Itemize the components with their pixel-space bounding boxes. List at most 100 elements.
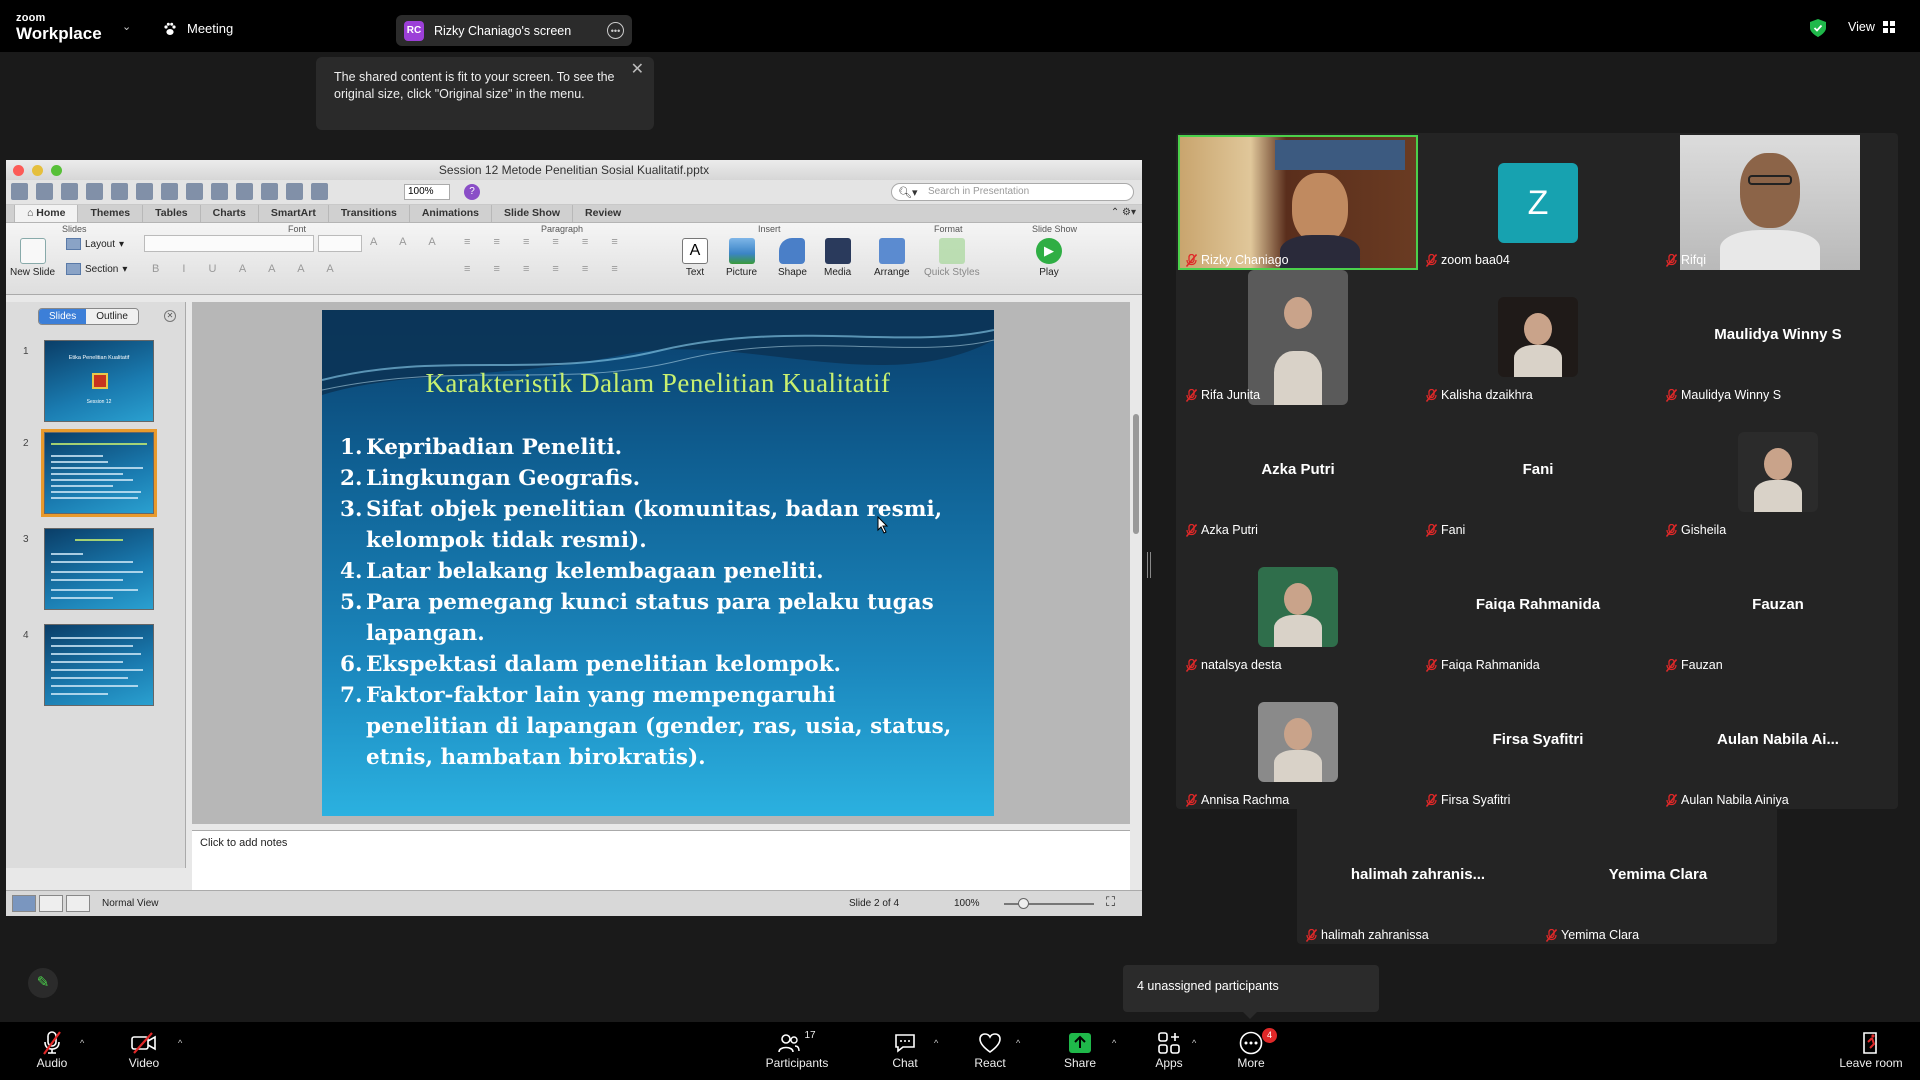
section-button[interactable]: Section ▾ (66, 263, 127, 275)
scrollbar-thumb[interactable] (1133, 414, 1139, 534)
zoom-slider-knob[interactable] (1018, 898, 1029, 909)
share-options-caret[interactable]: ^ (1112, 1038, 1116, 1048)
fit-window-icon[interactable]: ⛶ (1106, 894, 1115, 910)
participant-tile[interactable]: Kalisha dzaikhra (1418, 270, 1658, 405)
slide-thumbnail-4[interactable] (44, 624, 154, 706)
presenter-view-icon[interactable] (66, 895, 90, 912)
video-button[interactable]: Video (126, 1030, 162, 1070)
unassigned-participants-popup[interactable]: 4 unassigned participants (1123, 965, 1379, 1019)
participant-tile[interactable]: Rifa Junita (1178, 270, 1418, 405)
font-format-controls[interactable]: B I U A A A A (152, 263, 344, 275)
tab-slides[interactable]: Slides (39, 309, 87, 324)
format-painter-icon[interactable] (211, 183, 228, 200)
participants-button[interactable]: 17 Participants (762, 1030, 832, 1070)
close-icon[interactable]: ✕ (631, 61, 644, 78)
tab-review[interactable]: Review (572, 205, 633, 222)
react-button[interactable]: React (970, 1030, 1010, 1070)
apps-options-caret[interactable]: ^ (1192, 1038, 1196, 1048)
font-size-controls[interactable]: A A A (370, 236, 446, 248)
tab-outline[interactable]: Outline (86, 309, 138, 324)
participant-tile[interactable]: Annisa Rachma (1178, 675, 1418, 810)
minimize-window-button[interactable] (32, 165, 43, 176)
close-pane-icon[interactable]: ✕ (164, 310, 176, 322)
zoom-slider[interactable] (1004, 898, 1094, 909)
bullets-controls[interactable]: ≡ ≡ ≡ ≡ ≡ ≡ (464, 236, 628, 248)
tab-home[interactable]: ⌂ Home (14, 205, 78, 222)
tab-animations[interactable]: Animations (408, 205, 491, 222)
react-options-caret[interactable]: ^ (1016, 1038, 1020, 1048)
tab-smartart[interactable]: SmartArt (257, 205, 328, 222)
participant-tile[interactable]: Gisheila (1658, 405, 1898, 540)
participant-tile[interactable]: Firsa Syafitri Firsa Syafitri (1418, 675, 1658, 810)
chat-options-caret[interactable]: ^ (934, 1038, 938, 1048)
tab-charts[interactable]: Charts (199, 205, 258, 222)
audio-options-caret[interactable]: ^ (80, 1038, 84, 1048)
close-window-button[interactable] (13, 165, 24, 176)
alignment-controls[interactable]: ≡ ≡ ≡ ≡ ≡ ≡ (464, 263, 628, 275)
paste-icon[interactable] (186, 183, 203, 200)
new-icon[interactable] (11, 183, 28, 200)
participant-tile[interactable]: Rifqi (1658, 135, 1898, 270)
play-button[interactable]: ▶ Play (1036, 238, 1062, 278)
sidebar-icon[interactable] (286, 183, 303, 200)
participant-tile[interactable]: Rizky Chaniago (1178, 135, 1418, 270)
templates-icon[interactable] (36, 183, 53, 200)
save-icon[interactable] (86, 183, 103, 200)
apps-button[interactable]: Apps (1152, 1030, 1186, 1070)
search-presentation-input[interactable]: 🔍︎▾ Search in Presentation (891, 183, 1134, 201)
meeting-menu[interactable]: Meeting (163, 21, 233, 36)
annotate-pen-icon[interactable]: ✎ (28, 968, 58, 998)
participant-tile[interactable]: Fauzan Fauzan (1658, 540, 1898, 675)
encryption-shield-icon[interactable] (1810, 19, 1826, 37)
participant-tile[interactable]: Zzoom baa04 (1418, 135, 1658, 270)
arrange-button[interactable]: Arrange (874, 238, 910, 278)
participant-tile[interactable]: natalsya desta (1178, 540, 1418, 675)
slide-thumbnail-1[interactable]: Etika Penelitian Kualitatif Session 12 (44, 340, 154, 422)
participant-tile[interactable]: Faiqa Rahmanida Faiqa Rahmanida (1418, 540, 1658, 675)
leave-room-button[interactable]: Leave room (1838, 1030, 1904, 1070)
help-icon[interactable]: ? (464, 184, 480, 200)
gallery-icon[interactable] (311, 183, 328, 200)
zoom-select[interactable]: 100% (404, 184, 450, 200)
layout-button[interactable]: Layout ▾ (66, 238, 124, 250)
text-button[interactable]: A Text (682, 238, 708, 278)
normal-view-icon[interactable] (12, 895, 36, 912)
notes-pane[interactable]: Click to add notes (192, 830, 1130, 890)
slide-sorter-icon[interactable] (39, 895, 63, 912)
tab-tables[interactable]: Tables (142, 205, 199, 222)
tab-themes[interactable]: Themes (77, 205, 142, 222)
open-icon[interactable] (61, 183, 78, 200)
copy-icon[interactable] (161, 183, 178, 200)
share-button[interactable]: Share (1062, 1030, 1098, 1070)
print-icon[interactable] (111, 183, 128, 200)
participant-tile[interactable]: Fani Fani (1418, 405, 1658, 540)
view-button[interactable]: View (1848, 20, 1895, 34)
resize-handle[interactable] (1147, 552, 1151, 578)
media-button[interactable]: Media (824, 238, 851, 278)
participant-tile[interactable]: halimah zahranis... halimah zahranissa (1298, 810, 1538, 945)
audio-button[interactable]: Audio (34, 1030, 70, 1070)
picture-button[interactable]: Picture (726, 238, 757, 278)
undo-icon[interactable] (236, 183, 253, 200)
chevron-down-icon[interactable]: ⌄ (122, 20, 131, 33)
editor-scrollbar[interactable] (1130, 302, 1142, 868)
redo-icon[interactable] (261, 183, 278, 200)
tab-transitions[interactable]: Transitions (327, 205, 409, 222)
participant-tile[interactable]: Azka Putri Azka Putri (1178, 405, 1418, 540)
ribbon-collapse-icon[interactable]: ⌃ ⚙▾ (1111, 207, 1136, 218)
quick-styles-button[interactable]: Quick Styles (924, 238, 980, 278)
shape-button[interactable]: Shape (778, 238, 807, 278)
participant-tile[interactable]: Aulan Nabila Ai... Aulan Nabila Ainiya (1658, 675, 1898, 810)
font-size-select[interactable] (318, 235, 362, 252)
more-options-icon[interactable]: ••• (607, 22, 624, 39)
participant-tile[interactable]: Yemima Clara Yemima Clara (1538, 810, 1778, 945)
font-family-select[interactable] (144, 235, 314, 252)
zoom-window-button[interactable] (51, 165, 62, 176)
tab-slide-show[interactable]: Slide Show (491, 205, 572, 222)
slide-thumbnail-2[interactable] (41, 429, 157, 517)
chat-button[interactable]: Chat (885, 1030, 925, 1070)
shared-screen-pill[interactable]: RC Rizky Chaniago's screen ••• (396, 15, 632, 46)
video-options-caret[interactable]: ^ (178, 1038, 182, 1048)
current-slide[interactable]: Karakteristik Dalam Penelitian Kualitati… (322, 310, 994, 816)
participant-tile[interactable]: Maulidya Winny S Maulidya Winny S (1658, 270, 1898, 405)
